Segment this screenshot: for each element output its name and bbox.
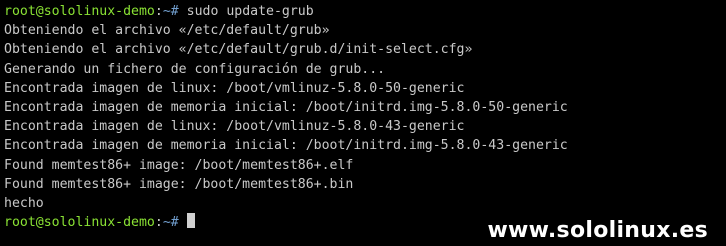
output-line: Found memtest86+ image: /boot/memtest86+… <box>4 176 354 192</box>
prompt-separator: : <box>154 215 163 231</box>
output-line: hecho <box>4 195 44 211</box>
prompt-separator: : <box>154 4 163 19</box>
prompt-user-host: root@sololinux-demo <box>4 215 155 231</box>
terminal-window[interactable]: root@sololinux-demo:~# sudo update-grub … <box>0 0 726 246</box>
output-line: Encontrada imagen de linux: /boot/vmlinu… <box>4 80 465 96</box>
output-line: Generando un fichero de configuración de… <box>4 61 386 77</box>
output-line: Encontrada imagen de memoria inicial: /b… <box>4 99 568 115</box>
command-input[interactable] <box>179 215 187 230</box>
terminal-output: root@sololinux-demo:~# sudo update-grub … <box>4 2 568 232</box>
prompt-user-host: root@sololinux-demo <box>4 4 155 19</box>
output-line: Found memtest86+ image: /boot/memtest86+… <box>4 157 354 173</box>
output-line: Obteniendo el archivo «/etc/default/grub… <box>4 42 473 58</box>
command-prompt-line: root@sololinux-demo:~# sudo update-grub <box>4 2 568 21</box>
command-text: sudo update-grub <box>178 4 314 19</box>
output-line: Encontrada imagen de memoria inicial: /b… <box>4 138 568 154</box>
final-prompt-line[interactable]: root@sololinux-demo:~# <box>4 213 568 232</box>
output-line: Encontrada imagen de linux: /boot/vmlinu… <box>4 119 465 135</box>
prompt-path: ~# <box>162 4 179 19</box>
prompt-path: ~# <box>162 215 179 231</box>
output-line: Obteniendo el archivo «/etc/default/grub… <box>4 23 330 39</box>
site-watermark: www.sololinux.es <box>487 218 708 243</box>
cursor-block <box>186 213 195 229</box>
